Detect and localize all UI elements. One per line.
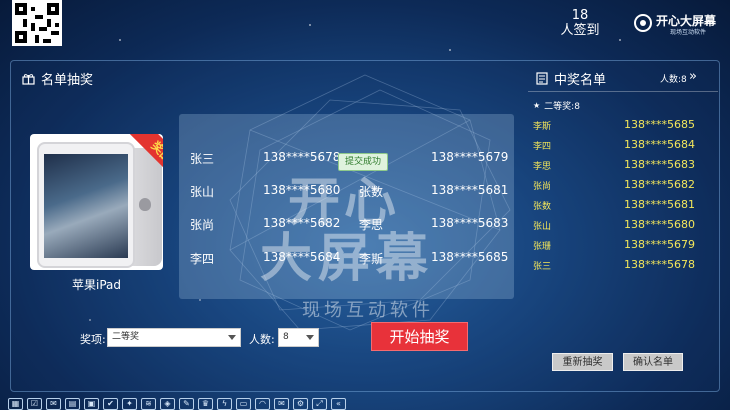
candidate-phone: 138****5679 bbox=[431, 150, 509, 164]
winners-count: 人数:8 bbox=[660, 75, 687, 85]
lottery-title-text: 名单抽奖 bbox=[41, 73, 94, 88]
candidate-phone: 138****5678 bbox=[263, 150, 341, 164]
fullscreen-icon[interactable]: ⤢ bbox=[312, 398, 327, 410]
brand-subtitle: 现场互动软件 bbox=[670, 29, 707, 36]
winner-phone: 138****5681 bbox=[624, 198, 695, 211]
candidate-name: 张尚 bbox=[190, 218, 215, 232]
prize-name: 苹果iPad bbox=[71, 278, 121, 292]
candidate-name: 张三 bbox=[190, 152, 215, 166]
winner-row: 张三 138****5678 bbox=[533, 258, 713, 273]
game-icon[interactable]: ◈ bbox=[160, 398, 175, 410]
wifi-icon[interactable]: ◠ bbox=[255, 398, 270, 410]
winner-row: 李斯 138****5685 bbox=[533, 118, 713, 133]
winner-name: 张山 bbox=[533, 222, 552, 232]
candidate-name: 张山 bbox=[190, 185, 215, 199]
winner-row: 李四 138****5684 bbox=[533, 138, 713, 153]
divider bbox=[528, 91, 718, 92]
candidate-phone: 138****5682 bbox=[263, 216, 341, 230]
list-icon bbox=[536, 72, 548, 85]
star-icon: ★ bbox=[533, 101, 541, 110]
prize-select-value: 二等奖 bbox=[112, 332, 140, 342]
confirm-list-button[interactable]: 确认名单 bbox=[623, 353, 683, 371]
qr-code bbox=[12, 0, 62, 46]
expand-icon[interactable]: » bbox=[689, 69, 697, 84]
brand-icon bbox=[634, 14, 652, 32]
winner-phone: 138****5684 bbox=[624, 138, 695, 151]
message-icon[interactable]: ✉ bbox=[46, 398, 61, 410]
redraw-button[interactable]: 重新抽奖 bbox=[552, 353, 613, 371]
shake-icon[interactable]: ≋ bbox=[141, 398, 156, 410]
submit-success-toast: 提交成功 bbox=[338, 153, 388, 171]
mail-icon[interactable]: ✉ bbox=[274, 398, 289, 410]
winner-row: 张尚 138****5682 bbox=[533, 178, 713, 193]
brand-logo: 开心大屏幕 现场互动软件 bbox=[634, 12, 724, 38]
draw-icon[interactable]: ✎ bbox=[179, 398, 194, 410]
winner-name: 李四 bbox=[533, 142, 552, 152]
winner-row: 张数 138****5681 bbox=[533, 198, 713, 213]
candidate-phone: 138****5681 bbox=[431, 183, 509, 197]
award-icon[interactable]: ♛ bbox=[198, 398, 213, 410]
candidate-box bbox=[179, 114, 514, 299]
candidate-name: 李思 bbox=[359, 218, 384, 232]
vote-icon[interactable]: ✔ bbox=[103, 398, 118, 410]
prize-label: 奖项: bbox=[80, 333, 106, 346]
count-select-value: 8 bbox=[283, 332, 289, 342]
winner-name: 张三 bbox=[533, 262, 552, 272]
winner-name: 张尚 bbox=[533, 182, 552, 192]
settings-icon[interactable]: ⚙ bbox=[293, 398, 308, 410]
winner-name: 李斯 bbox=[533, 122, 552, 132]
prize-card: 奖品 bbox=[30, 134, 163, 270]
winner-phone: 138****5682 bbox=[624, 178, 695, 191]
wall-icon[interactable]: ▤ bbox=[65, 398, 80, 410]
flash-icon[interactable]: ϟ bbox=[217, 398, 232, 410]
candidate-name: 张数 bbox=[359, 185, 384, 199]
winner-phone: 138****5680 bbox=[624, 218, 695, 231]
ipad-image bbox=[37, 142, 135, 268]
winner-name: 张数 bbox=[533, 202, 552, 212]
winner-prize-group: ★ 二等奖:8 bbox=[533, 99, 580, 112]
candidate-phone: 138****5680 bbox=[263, 183, 341, 197]
count-label: 人数: bbox=[249, 333, 275, 346]
checkin-counter: 18 人签到 bbox=[555, 8, 605, 38]
winner-phone: 138****5685 bbox=[624, 118, 695, 131]
lottery-title: 名单抽奖 bbox=[22, 69, 93, 88]
checkin-count: 18 bbox=[571, 8, 589, 23]
count-select[interactable]: 8 bbox=[278, 328, 319, 347]
bottom-toolbar: ▦ ☑ ✉ ▤ ▣ ✔ ✦ ≋ ◈ ✎ ♛ ϟ ▭ ◠ ✉ ⚙ ⤢ « bbox=[8, 398, 346, 410]
candidate-phone: 138****5685 bbox=[431, 250, 509, 264]
chevron-down-icon bbox=[306, 335, 314, 340]
candidate-phone: 138****5684 bbox=[263, 250, 341, 264]
winner-row: 李思 138****5683 bbox=[533, 158, 713, 173]
candidate-name: 李斯 bbox=[359, 252, 384, 266]
winner-phone: 138****5678 bbox=[624, 258, 695, 271]
winner-name: 张珊 bbox=[533, 242, 552, 252]
winner-phone: 138****5679 bbox=[624, 238, 695, 251]
photo-icon[interactable]: ▣ bbox=[84, 398, 99, 410]
winner-prize-group-label: 二等奖:8 bbox=[544, 102, 580, 112]
winner-row: 张珊 138****5679 bbox=[533, 238, 713, 253]
qr-icon[interactable]: ▦ bbox=[8, 398, 23, 410]
gift-icon bbox=[22, 73, 35, 85]
winners-title-text: 中奖名单 bbox=[554, 73, 607, 88]
prize-select[interactable]: 二等奖 bbox=[107, 328, 241, 347]
checkin-label: 人签到 bbox=[560, 23, 600, 38]
candidate-name: 李四 bbox=[190, 252, 215, 266]
winner-row: 张山 138****5680 bbox=[533, 218, 713, 233]
back-icon[interactable]: « bbox=[331, 398, 346, 410]
lottery-icon[interactable]: ✦ bbox=[122, 398, 137, 410]
qr-code-image bbox=[15, 3, 59, 43]
candidate-phone: 138****5683 bbox=[431, 216, 509, 230]
winners-title: 中奖名单 bbox=[536, 69, 606, 88]
checkin-icon[interactable]: ☑ bbox=[27, 398, 42, 410]
apple-logo-icon bbox=[139, 198, 151, 211]
doc-icon[interactable]: ▭ bbox=[236, 398, 251, 410]
chevron-down-icon bbox=[228, 335, 236, 340]
winner-phone: 138****5683 bbox=[624, 158, 695, 171]
winner-name: 李思 bbox=[533, 162, 552, 172]
start-lottery-button[interactable]: 开始抽奖 bbox=[371, 322, 468, 351]
